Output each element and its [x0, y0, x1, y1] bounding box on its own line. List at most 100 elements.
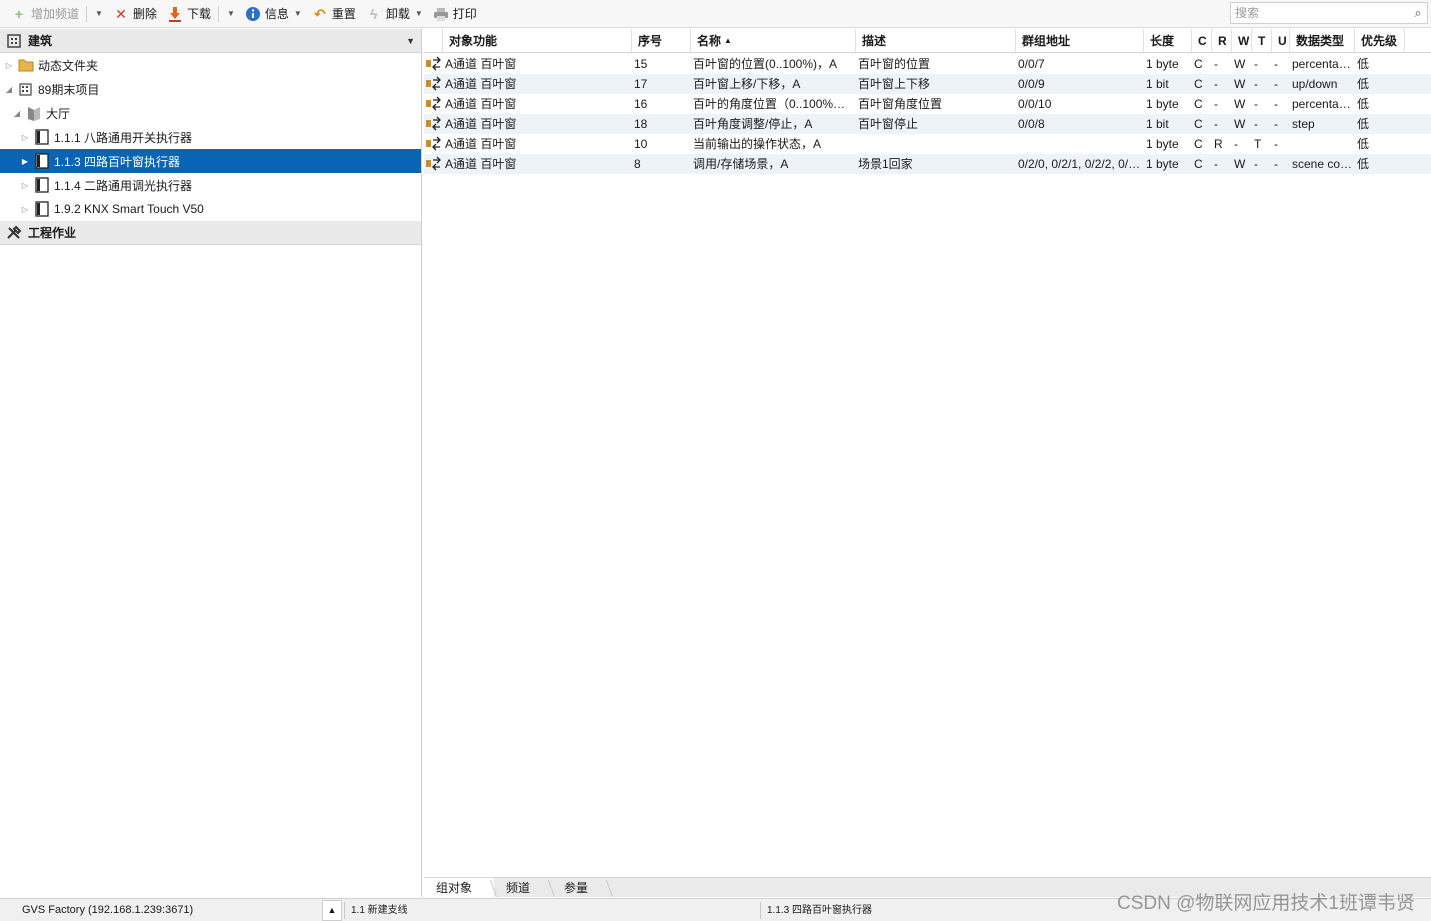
tab-channels[interactable]: 频道	[494, 878, 552, 898]
table-row[interactable]: A通道 百叶窗 10 当前输出的操作状态，A 1 byte C R - T - 低	[424, 134, 1431, 154]
info-icon	[245, 6, 261, 22]
column-header-group-address[interactable]: 群组地址	[1016, 29, 1144, 53]
cell-t: T	[1254, 137, 1262, 151]
table-row[interactable]: A通道 百叶窗 18 百叶角度调整/停止，A 百叶窗停止 0/0/8 1 bit C - W - -…	[424, 114, 1431, 134]
building-icon	[18, 81, 34, 97]
download-button[interactable]: 下载	[162, 2, 216, 26]
cell-priority: 低	[1357, 77, 1370, 91]
cell-u: -	[1274, 77, 1278, 91]
expand-arrow-icon[interactable]: ▷	[20, 205, 30, 214]
cell-priority: 低	[1357, 137, 1370, 151]
cell-datatype: scene cont...	[1292, 157, 1355, 171]
column-header-r[interactable]: R	[1212, 29, 1232, 53]
cell-group-address: 0/0/9	[1018, 77, 1045, 91]
cell-description: 百叶窗角度位置	[858, 97, 943, 111]
add-channel-label: 增加频道	[31, 7, 80, 21]
delete-button[interactable]: ✕ 删除	[108, 2, 162, 26]
tree-item-device[interactable]: ▷ 1.1.4 二路通用调光执行器	[0, 173, 421, 197]
cell-number: 15	[634, 57, 648, 71]
status-caret-up-icon[interactable]: ▲	[322, 900, 342, 921]
search-input[interactable]	[1231, 3, 1409, 23]
caret-down-icon[interactable]: ▼	[406, 36, 415, 46]
column-header-w[interactable]: W	[1232, 29, 1252, 53]
group-object-icon	[426, 136, 441, 151]
cell-u: -	[1274, 157, 1278, 171]
column-header-t[interactable]: T	[1252, 29, 1272, 53]
column-header-datatype[interactable]: 数据类型	[1290, 29, 1355, 53]
table-row[interactable]: A通道 百叶窗 16 百叶的角度位置（0..100%）... 百叶窗角度位置 0/0/1…	[424, 94, 1431, 114]
unload-button[interactable]: ϟ 卸载 ▼	[361, 2, 428, 26]
column-header-length[interactable]: 长度	[1144, 29, 1192, 53]
tree-item-device[interactable]: ▷ 1.1.1 八路通用开关执行器	[0, 125, 421, 149]
search-icon[interactable]: ⌕	[1409, 5, 1427, 21]
column-header-description[interactable]: 描述	[856, 29, 1016, 53]
expand-arrow-icon[interactable]: ▶	[20, 157, 30, 166]
tab-group-objects[interactable]: 组对象	[424, 878, 495, 898]
expand-arrow-icon[interactable]: ▷	[4, 61, 14, 70]
cell-priority: 低	[1357, 117, 1370, 131]
cell-group-address: 0/0/7	[1018, 57, 1045, 71]
group-object-icon	[426, 156, 441, 171]
cell-t: -	[1254, 57, 1258, 71]
work-panel-header[interactable]: 工程作业	[0, 221, 421, 245]
table-row[interactable]: A通道 百叶窗 15 百叶窗的位置(0..100%)，A 百叶窗的位置 0/0/7 1 b…	[424, 54, 1431, 74]
column-header-c[interactable]: C	[1192, 29, 1212, 53]
add-channel-button[interactable]: + 增加频道	[6, 2, 84, 26]
cell-w: W	[1234, 157, 1246, 171]
group-objects-grid: 对象功能 序号 名称 ▲ 描述 群组地址 长度 C R W T U 数据类型 优先…	[424, 29, 1431, 877]
tree-item-hall[interactable]: ◢ 大厅	[0, 101, 421, 125]
collapse-arrow-icon[interactable]: ◢	[4, 85, 14, 94]
download-arrow-icon	[167, 6, 183, 22]
device-icon	[34, 129, 50, 145]
status-connection[interactable]: GVS Factory (192.168.1.239:3671)	[22, 899, 193, 921]
info-button[interactable]: 信息 ▼	[240, 2, 307, 26]
download-dropdown[interactable]: ▼	[221, 2, 240, 26]
column-header-u[interactable]: U	[1272, 29, 1290, 53]
cell-u: -	[1274, 117, 1278, 131]
cell-group-address: 0/2/0, 0/2/1, 0/2/2, 0/2/3...	[1018, 157, 1144, 171]
tools-icon	[6, 225, 22, 241]
tree-item-dynamic-folder[interactable]: ▷ 动态文件夹	[0, 53, 421, 77]
cell-datatype	[1290, 134, 1355, 154]
tab-parameters[interactable]: 参量	[552, 878, 610, 898]
tree-item-device-selected[interactable]: ▶ 1.1.3 四路百叶窗执行器	[0, 149, 421, 173]
reset-button[interactable]: ↶ 重置	[307, 2, 361, 26]
cell-w: W	[1234, 97, 1246, 111]
tree-item-label: 1.9.2 KNX Smart Touch V50	[54, 202, 204, 216]
cell-c: C	[1194, 77, 1203, 91]
table-row[interactable]: A通道 百叶窗 8 调用/存储场景，A 场景1回家 0/2/0, 0/2/1, 0/2/…	[424, 154, 1431, 174]
column-header-number[interactable]: 序号	[632, 29, 691, 53]
sort-ascending-icon: ▲	[724, 36, 732, 45]
status-divider	[760, 902, 761, 919]
print-button[interactable]: 打印	[428, 2, 482, 26]
cell-w: W	[1234, 117, 1246, 131]
cell-datatype: up/down	[1292, 77, 1338, 91]
collapse-arrow-icon[interactable]: ◢	[12, 109, 22, 118]
cell-description	[856, 134, 1014, 154]
expand-arrow-icon[interactable]: ▷	[20, 133, 30, 142]
cell-description: 百叶窗停止	[858, 117, 919, 131]
cell-r: -	[1214, 57, 1218, 71]
cell-length: 1 byte	[1146, 137, 1179, 151]
building-panel-header[interactable]: 建筑 ▼	[0, 29, 421, 53]
expand-arrow-icon[interactable]: ▷	[20, 181, 30, 190]
print-label: 打印	[452, 7, 477, 21]
cell-name: 百叶的角度位置（0..100%）...	[693, 97, 854, 111]
cell-length: 1 byte	[1146, 97, 1179, 111]
tree-item-device[interactable]: ▷ 1.9.2 KNX Smart Touch V50	[0, 197, 421, 221]
cell-group-address: 0/0/10	[1018, 97, 1052, 111]
table-row[interactable]: A通道 百叶窗 17 百叶窗上移/下移，A 百叶窗上下移 0/0/9 1 bit C - W - -…	[424, 74, 1431, 94]
unload-label: 卸载	[385, 7, 410, 21]
cell-c: C	[1194, 157, 1203, 171]
tree-item-project[interactable]: ◢ 89期末项目	[0, 77, 421, 101]
column-header-priority[interactable]: 优先级	[1355, 29, 1405, 53]
column-header-name[interactable]: 名称 ▲	[691, 29, 856, 53]
cell-c: C	[1194, 57, 1203, 71]
cell-number: 8	[634, 157, 641, 171]
add-channel-dropdown[interactable]: ▼	[89, 2, 108, 26]
cell-name: 百叶窗的位置(0..100%)，A	[693, 57, 838, 71]
tree-item-label: 1.1.4 二路通用调光执行器	[54, 178, 193, 193]
cell-object-function: A通道 百叶窗	[445, 157, 517, 171]
cell-object-function: A通道 百叶窗	[445, 57, 517, 71]
column-header-object-function[interactable]: 对象功能	[443, 29, 632, 53]
